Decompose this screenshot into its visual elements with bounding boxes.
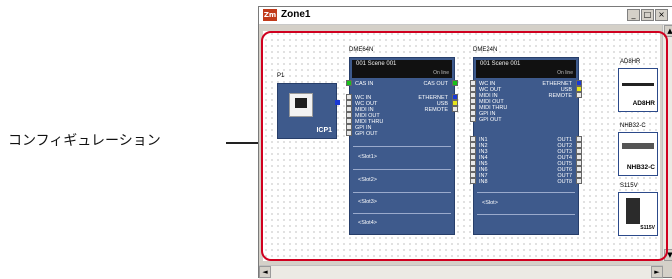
callout-leader-line bbox=[226, 142, 260, 144]
minimize-button[interactable]: _ bbox=[627, 9, 640, 21]
close-button[interactable]: × bbox=[655, 9, 668, 21]
maximize-button[interactable]: □ bbox=[641, 9, 654, 21]
scroll-right-button[interactable]: ► bbox=[651, 266, 663, 278]
app-icon: Zm bbox=[263, 9, 277, 21]
callout-label: コンフィギュレーション bbox=[8, 133, 161, 149]
configuration-highlight-frame bbox=[261, 31, 668, 261]
scroll-left-button[interactable]: ◄ bbox=[259, 266, 271, 278]
window-title: Zone1 bbox=[281, 9, 311, 20]
window-title-bar[interactable]: Zm Zone1 _ □ × bbox=[259, 7, 672, 25]
